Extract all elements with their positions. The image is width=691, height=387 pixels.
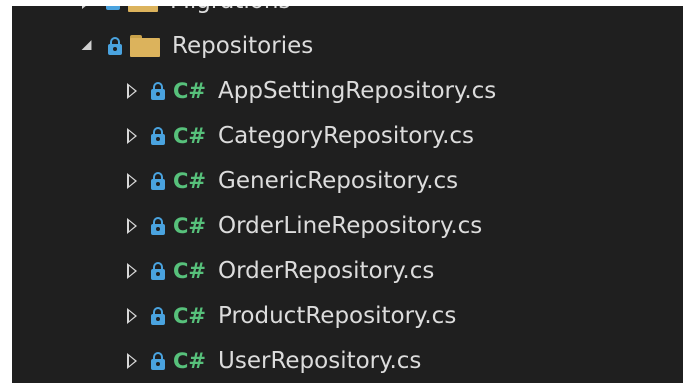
folder-icon: [130, 34, 160, 57]
tree-item-file[interactable]: C# ProductRepository.cs: [12, 293, 683, 338]
lock-icon: [151, 351, 165, 370]
tree-item-label: GenericRepository.cs: [218, 167, 459, 194]
lock-icon: [151, 306, 165, 325]
collapse-arrow-icon[interactable]: [81, 40, 97, 55]
tree-item-file[interactable]: C# UserRepository.cs: [12, 338, 683, 383]
expand-arrow-icon[interactable]: [127, 262, 137, 279]
window-edge-bottom: [0, 383, 691, 387]
csharp-file-icon: C#: [173, 123, 207, 148]
expand-arrow-icon[interactable]: [127, 352, 137, 369]
tree-item-file[interactable]: C# OrderLineRepository.cs: [12, 203, 683, 248]
csharp-file-icon: C#: [173, 348, 207, 373]
csharp-file-icon: C#: [173, 213, 207, 238]
lock-icon: [151, 126, 165, 145]
csharp-file-icon: C#: [173, 303, 207, 328]
lock-icon: [151, 81, 165, 100]
solution-tree: Migrations Repositories C# AppSettingRep…: [12, 0, 683, 383]
tree-item-label: OrderRepository.cs: [218, 257, 435, 284]
tree-item-label: CategoryRepository.cs: [218, 122, 475, 149]
tree-item-label: Repositories: [172, 32, 314, 59]
lock-icon: [151, 216, 165, 235]
csharp-file-icon: C#: [173, 78, 207, 103]
solution-explorer-panel: Migrations Repositories C# AppSettingRep…: [0, 0, 691, 387]
tree-item-label: AppSettingRepository.cs: [218, 77, 497, 104]
window-edge-left: [0, 0, 12, 387]
tree-item-label: OrderLineRepository.cs: [218, 212, 483, 239]
lock-icon: [151, 261, 165, 280]
tree-item-file[interactable]: C# CategoryRepository.cs: [12, 113, 683, 158]
expand-arrow-icon[interactable]: [127, 217, 137, 234]
window-edge-right: [683, 0, 691, 387]
csharp-file-icon: C#: [173, 168, 207, 193]
tree-item-file[interactable]: C# AppSettingRepository.cs: [12, 68, 683, 113]
tree-item-label: ProductRepository.cs: [218, 302, 457, 329]
tree-item-file[interactable]: C# OrderRepository.cs: [12, 248, 683, 293]
expand-arrow-icon[interactable]: [127, 172, 137, 189]
csharp-file-icon: C#: [173, 258, 207, 283]
window-edge-top: [0, 0, 691, 6]
tree-item-label: UserRepository.cs: [218, 347, 422, 374]
lock-icon: [151, 171, 165, 190]
expand-arrow-icon[interactable]: [127, 307, 137, 324]
tree-item-repositories[interactable]: Repositories: [12, 23, 683, 68]
lock-icon: [108, 36, 122, 55]
expand-arrow-icon[interactable]: [127, 127, 137, 144]
expand-arrow-icon[interactable]: [127, 82, 137, 99]
tree-item-file[interactable]: C# GenericRepository.cs: [12, 158, 683, 203]
